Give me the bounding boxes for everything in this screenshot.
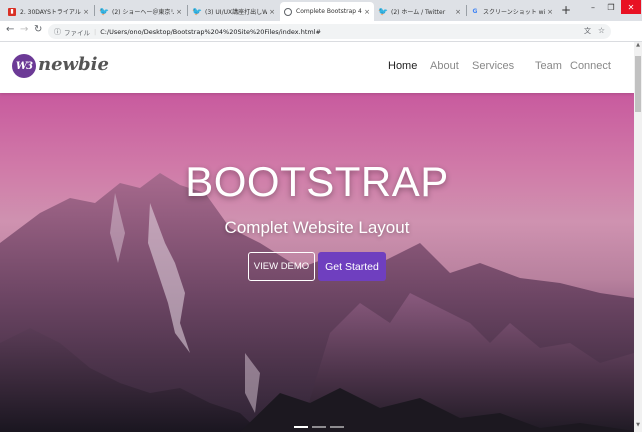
hero-subtitle: Complet Website Layout: [224, 218, 410, 237]
forward-icon[interactable]: →: [20, 24, 28, 35]
browser-tab[interactable]: 🐦 (2) ショーヘー＠東京リOMOC… ×: [96, 2, 186, 21]
scroll-up-icon[interactable]: ▲: [634, 42, 642, 52]
get-started-button[interactable]: Get Started: [318, 252, 386, 281]
hero-carousel: BOOTSTRAP Complet Website Layout VIEW DE…: [0, 93, 634, 432]
close-tab-icon[interactable]: ×: [547, 8, 553, 16]
nav-link-connect[interactable]: Connect: [570, 60, 620, 72]
translate-icon[interactable]: 文: [584, 26, 591, 36]
scroll-thumb[interactable]: [635, 56, 641, 112]
back-icon[interactable]: ←: [6, 24, 14, 35]
tab-label: (2) ホーム / Twitter: [391, 9, 446, 16]
carousel-indicator[interactable]: [294, 426, 308, 428]
browser-tab[interactable]: 🐦 (2) ホーム / Twitter ×: [375, 2, 465, 21]
close-tab-icon[interactable]: ×: [455, 8, 461, 16]
nav-link-about[interactable]: About: [430, 60, 472, 72]
address-bar[interactable]: ⓘ ファイル | C:/Users/ono/Desktop/Bootstrap%…: [48, 24, 611, 39]
tab-label: スクリーンショット windows7…: [483, 9, 546, 16]
info-icon[interactable]: ⓘ: [54, 27, 61, 37]
close-tab-icon[interactable]: ×: [269, 8, 275, 16]
mountain-background: [0, 173, 634, 432]
twitter-icon: 🐦: [378, 7, 388, 16]
nav-links: Home About Services Team Connect: [388, 60, 620, 72]
nav-link-home[interactable]: Home: [388, 60, 430, 72]
minimize-button[interactable]: –: [584, 0, 602, 14]
browser-tab[interactable]: ▮ 2. 30DAYSトライアル【Boot… ×: [4, 2, 93, 21]
close-tab-icon[interactable]: ×: [83, 8, 89, 16]
nav-link-team[interactable]: Team: [535, 60, 570, 72]
tab-label: (2) ショーヘー＠東京リOMOC…: [112, 9, 175, 16]
hero-title: BOOTSTRAP: [185, 158, 449, 205]
page-scrollbar[interactable]: ▲ ▼: [634, 42, 642, 432]
view-demo-button[interactable]: VIEW DEMO: [248, 252, 315, 281]
tab-label: 2. 30DAYSトライアル【Boot…: [20, 9, 81, 16]
browser-tab-strip: ▮ 2. 30DAYSトライアル【Boot… × 🐦 (2) ショーヘー＠東京リ…: [0, 0, 642, 21]
tab-label: Complete Bootstrap 4 W…: [296, 8, 362, 15]
bookmark-star-icon[interactable]: ☆: [598, 26, 605, 35]
reload-icon[interactable]: ↻: [34, 24, 42, 35]
new-tab-button[interactable]: +: [561, 3, 571, 17]
browser-tab-active[interactable]: Complete Bootstrap 4 W… ×: [280, 2, 374, 21]
scroll-down-icon[interactable]: ▼: [634, 422, 642, 432]
browser-tab[interactable]: 🐦 (3) UI/UX講座打出しWEBデザ… ×: [189, 2, 279, 21]
web-page: W3 newbie Home About Services Team Conne…: [0, 42, 634, 432]
twitter-icon: 🐦: [192, 7, 202, 16]
carousel-indicator[interactable]: [330, 426, 344, 428]
bookmark-icon: ▮: [8, 7, 16, 16]
url-text: C:/Users/ono/Desktop/Bootstrap%204%20Sit…: [100, 27, 321, 36]
logo-icon[interactable]: W3: [12, 54, 36, 78]
maximize-button[interactable]: ❐: [602, 0, 620, 14]
close-tab-icon[interactable]: ×: [364, 8, 370, 16]
close-tab-icon[interactable]: ×: [176, 8, 182, 16]
browser-toolbar: ← → ↻ ⓘ ファイル | C:/Users/ono/Desktop/Boot…: [0, 21, 642, 57]
globe-icon: [284, 7, 292, 16]
twitter-icon: 🐦: [99, 7, 109, 16]
nav-link-services[interactable]: Services: [472, 60, 535, 72]
tab-label: (3) UI/UX講座打出しWEBデザ…: [205, 9, 268, 16]
close-window-button[interactable]: ✕: [621, 0, 641, 14]
scheme-label: ファイル: [64, 28, 90, 37]
browser-tab[interactable]: G スクリーンショット windows7… ×: [467, 2, 557, 21]
site-navbar: W3 newbie Home About Services Team Conne…: [0, 42, 634, 93]
carousel-indicator[interactable]: [312, 426, 326, 428]
logo-text[interactable]: newbie: [38, 54, 109, 75]
google-icon: G: [472, 8, 478, 15]
carousel-indicators: [294, 426, 344, 428]
